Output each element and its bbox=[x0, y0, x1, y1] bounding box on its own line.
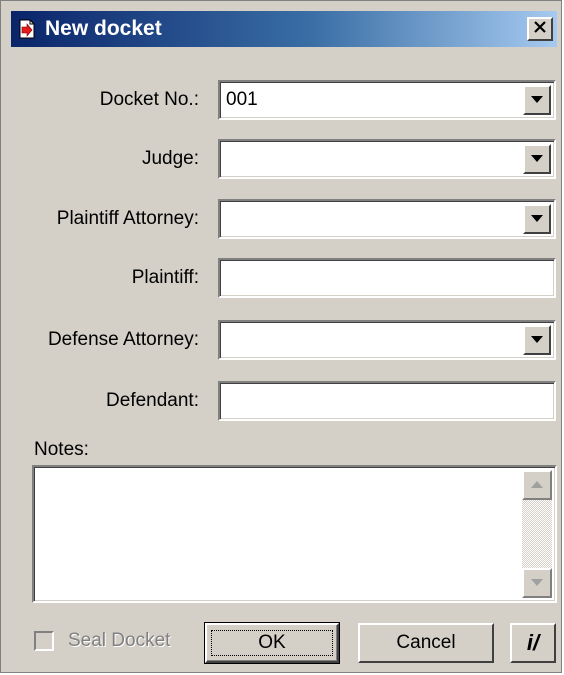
docket-no-dropdown-button[interactable] bbox=[523, 85, 551, 115]
defendant-input[interactable] bbox=[218, 381, 556, 421]
defense-attorney-combobox[interactable] bbox=[218, 320, 556, 360]
docket-no-value[interactable]: 001 bbox=[226, 89, 258, 111]
plaintiff-input[interactable] bbox=[218, 258, 556, 298]
defendant-label: Defendant: bbox=[106, 390, 199, 411]
docket-no-combobox[interactable]: 001 bbox=[218, 80, 556, 120]
close-button[interactable] bbox=[527, 17, 553, 41]
info-button[interactable]: i/ bbox=[510, 623, 556, 663]
ok-button[interactable]: OK bbox=[204, 622, 340, 664]
scroll-down-button[interactable] bbox=[522, 568, 552, 598]
judge-dropdown-button[interactable] bbox=[523, 144, 551, 174]
seal-docket-label: Seal Docket bbox=[68, 630, 171, 651]
document-arrow-icon bbox=[17, 19, 37, 39]
seal-docket-checkbox[interactable] bbox=[34, 631, 54, 651]
scroll-up-button[interactable] bbox=[522, 470, 552, 500]
close-icon bbox=[533, 20, 547, 39]
plaintiff-attorney-dropdown-button[interactable] bbox=[523, 204, 551, 234]
chevron-down-icon bbox=[531, 574, 543, 592]
chevron-down-icon bbox=[531, 91, 543, 109]
chevron-up-icon bbox=[531, 476, 543, 494]
defense-attorney-dropdown-button[interactable] bbox=[523, 325, 551, 355]
plaintiff-attorney-combobox[interactable] bbox=[218, 199, 556, 239]
info-button-label: i/ bbox=[526, 630, 540, 655]
cancel-button[interactable]: Cancel bbox=[358, 623, 494, 663]
chevron-down-icon bbox=[531, 150, 543, 168]
chevron-down-icon bbox=[531, 210, 543, 228]
notes-textarea[interactable] bbox=[32, 465, 557, 603]
window-title: New docket bbox=[45, 17, 162, 40]
new-docket-dialog: New docket Docket No.: 001 Judge: Plaint… bbox=[0, 0, 562, 673]
notes-scrollbar[interactable] bbox=[522, 470, 552, 598]
cancel-button-label: Cancel bbox=[396, 632, 456, 653]
judge-label: Judge: bbox=[141, 148, 199, 169]
plaintiff-attorney-label: Plaintiff Attorney: bbox=[56, 208, 199, 229]
plaintiff-label: Plaintiff: bbox=[131, 267, 199, 288]
title-bar[interactable]: New docket bbox=[11, 11, 557, 47]
docket-no-label: Docket No.: bbox=[99, 89, 199, 110]
chevron-down-icon bbox=[531, 331, 543, 349]
judge-combobox[interactable] bbox=[218, 139, 556, 179]
notes-label: Notes: bbox=[34, 439, 89, 460]
ok-button-label: OK bbox=[211, 630, 333, 656]
defense-attorney-label: Defense Attorney: bbox=[47, 329, 199, 350]
